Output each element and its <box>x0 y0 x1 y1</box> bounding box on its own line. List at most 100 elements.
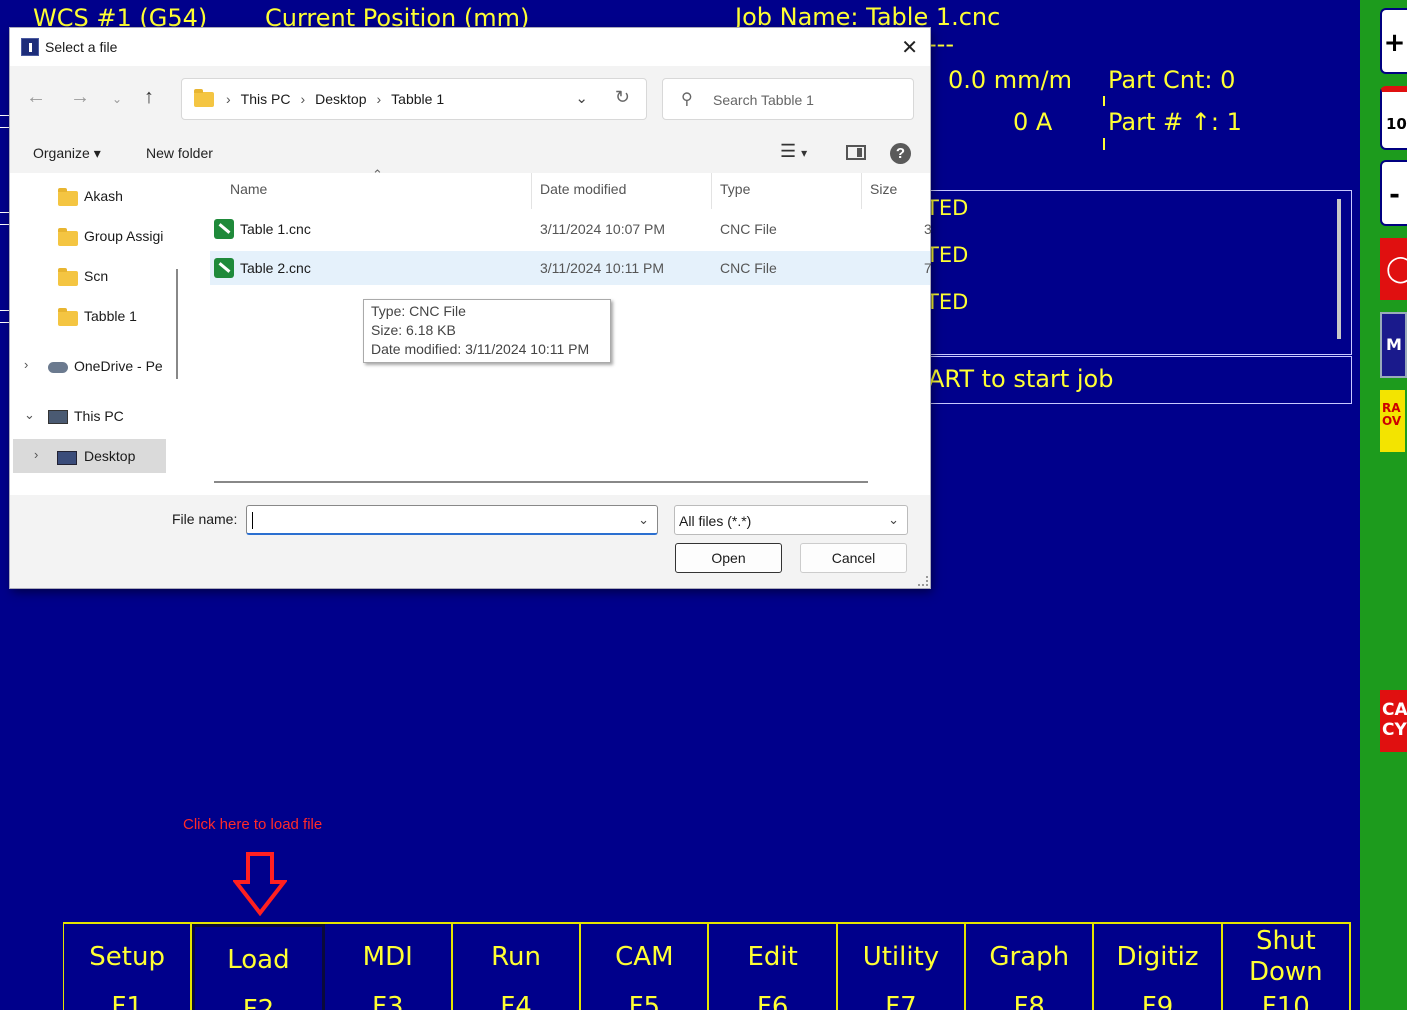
fkey-label: Run <box>491 942 541 972</box>
organize-menu[interactable]: Organize ▾ <box>33 145 101 162</box>
refresh-icon[interactable]: ↻ <box>615 87 630 108</box>
forward-arrow-icon[interactable]: → <box>70 86 90 109</box>
chevron-down-icon[interactable]: ⌄ <box>575 89 588 107</box>
part-count: Part Cnt: 0 <box>1108 66 1236 94</box>
tooltip-date: Date modified: 3/11/2024 10:11 PM <box>371 341 590 357</box>
prompt-box: ART to start job <box>920 356 1352 404</box>
chevron-right-icon: › <box>376 91 382 107</box>
dialog-title-bar[interactable]: Select a file ✕ <box>10 28 930 66</box>
feed-readout: 0.0 mm/m <box>948 66 1073 94</box>
axis-a-readout: 0 A <box>1013 108 1053 136</box>
nav-item-label: Tabble 1 <box>84 308 137 324</box>
rapid-override-button[interactable]: RA OV <box>1380 390 1405 452</box>
mode-button[interactable]: M <box>1380 312 1407 378</box>
chevron-right-icon: › <box>300 91 306 107</box>
nav-item-label: Group Assigi <box>84 228 164 244</box>
chevron-right-icon[interactable]: › <box>24 357 28 372</box>
fkey-run[interactable]: Run F4 <box>453 924 582 1010</box>
breadcrumb-desktop[interactable]: Desktop <box>315 91 366 107</box>
resize-grip-icon[interactable] <box>918 576 928 586</box>
down-arrow-icon <box>233 852 287 916</box>
fkey-key: F1 <box>111 992 143 1010</box>
fkey-label: Edit <box>747 942 798 972</box>
breadcrumb-this-pc[interactable]: This PC <box>241 91 291 107</box>
file-type-filter[interactable]: All files (*.*) ⌄ <box>674 505 908 535</box>
file-date: 3/11/2024 10:11 PM <box>540 260 665 276</box>
chevron-down-icon[interactable]: ⌄ <box>888 512 899 528</box>
nav-item-desktop[interactable]: › Desktop <box>13 439 166 473</box>
column-divider[interactable] <box>531 173 532 209</box>
column-header-size[interactable]: Size <box>870 181 897 197</box>
close-icon[interactable]: ✕ <box>901 35 918 60</box>
part-number[interactable]: Part # ↑: 1 <box>1108 108 1242 136</box>
fkey-load[interactable]: Load F2 <box>192 924 325 1010</box>
file-type: CNC File <box>720 260 777 276</box>
fkey-utility[interactable]: Utility F7 <box>838 924 967 1010</box>
fkey-label: Graph <box>989 942 1070 972</box>
dialog-toolbar: Organize ▾ New folder ☰ ▾ ? <box>10 138 930 168</box>
nav-pane-scrollbar[interactable] <box>176 269 178 379</box>
chevron-down-icon[interactable]: ⌄ <box>24 407 35 423</box>
column-header-date[interactable]: Date modified <box>540 181 626 197</box>
file-row[interactable]: Table 2.cnc 3/11/2024 10:11 PM CNC File … <box>210 251 932 285</box>
chevron-right-icon[interactable]: › <box>34 447 38 462</box>
help-icon[interactable]: ? <box>890 143 911 164</box>
horizontal-scrollbar[interactable] <box>214 481 868 483</box>
column-header-name[interactable]: Name <box>230 181 267 197</box>
file-row[interactable]: Table 1.cnc 3/11/2024 10:07 PM CNC File … <box>210 212 932 246</box>
fkey-key: F7 <box>885 992 917 1010</box>
fkey-graph[interactable]: Graph F8 <box>966 924 1095 1010</box>
view-options-icon[interactable]: ☰ ▾ <box>780 141 807 162</box>
message-scrollbar[interactable] <box>1337 199 1341 339</box>
cloud-icon <box>48 362 68 373</box>
fkey-label: MDI <box>362 942 413 972</box>
column-divider[interactable] <box>711 173 712 209</box>
new-folder-button[interactable]: New folder <box>146 145 213 161</box>
recent-chevron-icon[interactable]: ⌄ <box>112 92 122 106</box>
up-arrow-icon[interactable]: ↑ <box>144 86 154 109</box>
nav-item-this-pc[interactable]: ⌄ This PC <box>10 399 170 433</box>
fkey-label: Utility <box>862 942 940 972</box>
edge-marker <box>0 115 10 128</box>
address-bar[interactable]: › This PC › Desktop › Tabble 1 ⌄ ↻ <box>181 78 647 120</box>
fkey-shutdown[interactable]: Shut Down F10 <box>1223 924 1351 1010</box>
stop-icon[interactable]: ◯ <box>1380 238 1407 300</box>
jog-plus-button[interactable]: + <box>1380 8 1407 74</box>
nav-item-scn[interactable]: Scn <box>10 259 170 293</box>
chevron-down-icon[interactable]: ⌄ <box>638 512 649 528</box>
search-box[interactable]: ⚲ Search Tabble 1 <box>662 78 914 120</box>
step-size-button[interactable]: 10 <box>1380 86 1407 150</box>
nav-item-akash[interactable]: Akash <box>10 179 170 213</box>
nav-item-onedrive[interactable]: › OneDrive - Pe <box>10 349 170 383</box>
fkey-cam[interactable]: CAM F5 <box>581 924 710 1010</box>
nav-item-group-assign[interactable]: Group Assigi <box>10 219 170 253</box>
cancel-button[interactable]: Cancel <box>800 543 907 573</box>
file-type: CNC File <box>720 221 777 237</box>
nav-item-tabble-1[interactable]: Tabble 1 <box>10 299 170 333</box>
file-name-input[interactable]: ⌄ <box>246 505 658 535</box>
canned-cycle-button[interactable]: CA CY <box>1380 690 1407 752</box>
fkey-setup[interactable]: Setup F1 <box>64 924 193 1010</box>
jog-minus-button[interactable]: - <box>1380 160 1407 226</box>
column-divider[interactable] <box>861 173 862 209</box>
dashes-readout: --- <box>928 30 954 58</box>
column-header-type[interactable]: Type <box>720 181 750 197</box>
fkey-label: Digitiz <box>1116 942 1199 972</box>
cnc-file-icon <box>214 219 234 239</box>
file-tooltip: Type: CNC File Size: 6.18 KB Date modifi… <box>363 299 611 363</box>
open-button[interactable]: Open <box>675 543 782 573</box>
back-arrow-icon[interactable]: ← <box>26 86 46 109</box>
search-icon: ⚲ <box>681 91 693 108</box>
folder-icon <box>58 308 78 326</box>
chevron-right-icon: › <box>226 91 231 107</box>
fkey-edit[interactable]: Edit F6 <box>709 924 838 1010</box>
breadcrumb-tabble-1[interactable]: Tabble 1 <box>391 91 444 107</box>
message-line: TED <box>926 243 969 267</box>
preview-pane-icon[interactable] <box>846 145 866 160</box>
message-box: TED TED TED <box>920 190 1352 355</box>
fkey-mdi[interactable]: MDI F3 <box>325 924 453 1010</box>
fkey-digitize[interactable]: Digitiz F9 <box>1094 924 1223 1010</box>
breadcrumb: › This PC › Desktop › Tabble 1 <box>226 91 444 107</box>
divider-mark <box>1103 138 1105 150</box>
fkey-key: F4 <box>500 992 532 1010</box>
